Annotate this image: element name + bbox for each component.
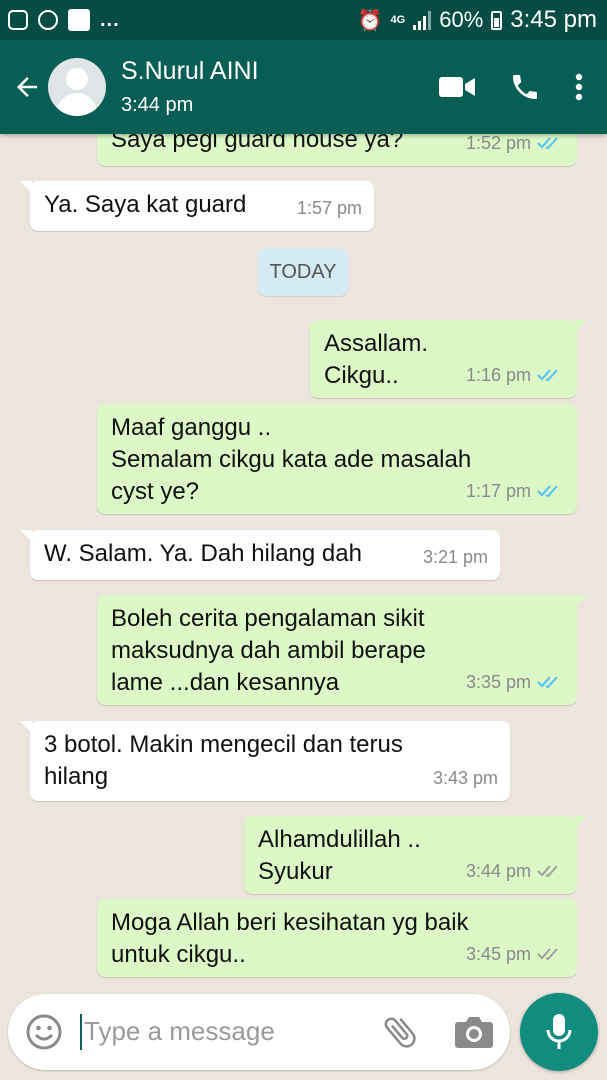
double-check-icon [537, 485, 558, 498]
battery-icon [491, 10, 503, 30]
double-check-icon [537, 676, 558, 689]
contact-info[interactable]: S.Nurul AINI 3:44 pm [121, 57, 259, 117]
message-time: 3:35 pm [465, 672, 531, 692]
double-check-icon [537, 137, 558, 150]
message-text: 3 botol. Makin mengecil dan terus hilang [44, 731, 403, 790]
signal-icon [413, 10, 432, 30]
more-vertical-icon[interactable] [575, 73, 583, 101]
status-overflow: ... [100, 8, 120, 31]
status-time: 3:45 pm [510, 6, 597, 33]
message-bubble[interactable]: W. Salam. Ya. Dah hilang dah 3:21 pm [20, 530, 500, 580]
status-bar: ... ⏰ 4G 60% 3:45 pm [0, 0, 607, 40]
double-check-icon [537, 865, 558, 878]
arrow-left-icon[interactable] [12, 72, 42, 102]
message-text: Boleh cerita pengalaman sikit maksudnya … [111, 605, 426, 696]
phone-icon[interactable] [509, 71, 541, 103]
message-time: 1:16 pm [465, 365, 531, 385]
last-seen: 3:44 pm [121, 94, 194, 116]
app-notification-icon [68, 9, 90, 31]
message-list[interactable]: Saya pegi guard house ya? 1:52 pm Ya. Sa… [0, 116, 607, 994]
message-bubble[interactable]: 3 botol. Makin mengecil dan terus hilang… [20, 721, 510, 801]
message-bubble[interactable]: Ya. Saya kat guard 1:57 pm [20, 181, 374, 231]
emoji-icon[interactable] [26, 1014, 62, 1055]
video-camera-icon[interactable] [439, 75, 475, 99]
paperclip-icon[interactable] [380, 1012, 420, 1057]
message-bubble[interactable]: Boleh cerita pengalaman sikit maksudnya … [97, 595, 587, 705]
message-time: 3:43 pm [432, 768, 498, 788]
text-cursor [80, 1014, 82, 1050]
message-text: Ya. Saya kat guard [44, 191, 247, 218]
message-text: Maaf ganggu .. Semalam cikgu kata ade ma… [111, 414, 472, 505]
message-text: Assallam. Cikgu.. [324, 330, 429, 389]
message-time: 1:17 pm [465, 481, 531, 501]
avatar[interactable] [48, 58, 106, 116]
double-check-icon [537, 948, 558, 961]
message-composer[interactable]: Type a message [8, 994, 510, 1070]
camera-icon[interactable] [454, 1014, 494, 1055]
message-text: Moga Allah beri kesihatan yg baik untuk … [111, 909, 469, 968]
message-time: 1:57 pm [296, 198, 362, 218]
message-bubble[interactable]: Moga Allah beri kesihatan yg baik untuk … [97, 899, 577, 977]
microphone-icon[interactable] [520, 993, 598, 1071]
message-bubble[interactable]: Alhamdulillah .. Syukur 3:44 pm [244, 816, 587, 894]
battery-percent: 60% [439, 7, 484, 32]
message-time: 3:44 pm [465, 861, 531, 881]
message-time: 3:21 pm [422, 547, 488, 567]
alarm-icon: ⏰ [357, 9, 383, 32]
message-input[interactable]: Type a message [84, 1016, 275, 1047]
message-text: W. Salam. Ya. Dah hilang dah [44, 540, 362, 567]
chat-header: S.Nurul AINI 3:44 pm [0, 40, 607, 134]
date-separator: TODAY [258, 248, 348, 296]
contact-name: S.Nurul AINI [121, 57, 259, 85]
message-bubble[interactable]: Assallam. Cikgu.. 1:16 pm [310, 320, 587, 398]
double-check-icon [537, 369, 558, 382]
instagram-icon [8, 10, 28, 30]
message-time: 3:45 pm [465, 944, 531, 964]
account-icon [38, 10, 58, 30]
network-type: 4G [390, 14, 406, 26]
message-bubble[interactable]: Maaf ganggu .. Semalam cikgu kata ade ma… [97, 404, 577, 514]
message-text: Alhamdulillah .. Syukur [258, 826, 421, 885]
